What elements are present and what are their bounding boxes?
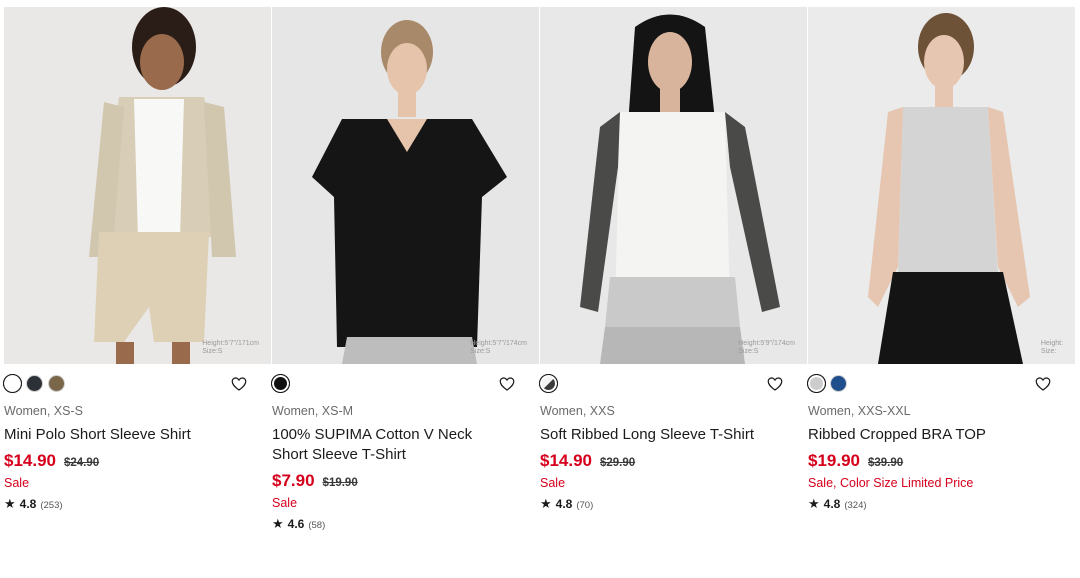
sale-price: $7.90: [272, 471, 315, 490]
product-name[interactable]: Ribbed Cropped BRA TOP: [808, 425, 1038, 445]
sale-price: $14.90: [540, 451, 592, 470]
star-icon: ★: [4, 496, 16, 511]
color-swatches: [3, 374, 65, 394]
product-image[interactable]: Height:5'7"/171cm Size:S: [4, 7, 271, 364]
sale-price: $14.90: [4, 451, 56, 470]
product-name[interactable]: Mini Polo Short Sleeve Shirt: [4, 425, 234, 445]
original-price: $29.90: [600, 457, 636, 469]
color-swatches: [539, 374, 558, 394]
price-row: $7.90 $19.90: [272, 471, 358, 491]
price-row: $19.90 $39.90: [808, 451, 903, 471]
heart-outline-icon[interactable]: [498, 375, 516, 393]
product-meta: Women, XXS-XXL: [808, 404, 911, 418]
product-image[interactable]: Height: Size:: [808, 7, 1075, 364]
product-grid: Height:5'7"/171cm Size:S Women, XS-S Min…: [0, 0, 1080, 578]
color-swatch-brown[interactable]: [48, 375, 65, 392]
review-count: (70): [576, 500, 594, 511]
color-swatches: [271, 374, 290, 394]
product-card[interactable]: Height:5'7"/171cm Size:S Women, XS-S Min…: [3, 0, 272, 578]
product-meta: Women, XS-M: [272, 404, 354, 418]
heart-outline-icon[interactable]: [766, 375, 784, 393]
sale-tag: Sale: [4, 476, 30, 490]
original-price: $19.90: [322, 477, 358, 489]
rating: ★ 4.8 (324): [808, 496, 867, 512]
heart-outline-icon[interactable]: [230, 375, 248, 393]
model-size-note: Height:5'7"/171cm Size:S: [202, 340, 259, 355]
product-name[interactable]: Soft Ribbed Long Sleeve T-Shirt: [540, 425, 770, 445]
color-swatch-black[interactable]: [271, 374, 290, 393]
sale-tag: Sale, Color Size Limited Price: [808, 476, 974, 490]
review-count: (58): [308, 520, 326, 531]
rating-score: 4.8: [19, 497, 37, 511]
original-price: $39.90: [868, 457, 904, 469]
product-card[interactable]: Height:5'7"/174cm Size:S Women, XS-M 100…: [271, 0, 540, 578]
color-swatch-dark-gray[interactable]: [539, 374, 558, 393]
rating-score: 4.6: [287, 517, 305, 531]
product-meta: Women, XXS: [540, 404, 615, 418]
color-swatch-navy[interactable]: [26, 375, 43, 392]
rating: ★ 4.6 (58): [272, 516, 325, 532]
model-size-note: Height:5'9"/174cm Size:S: [738, 340, 795, 355]
model-size-note: Height:5'7"/174cm Size:S: [470, 340, 527, 355]
rating-score: 4.8: [555, 497, 573, 511]
rating-score: 4.8: [823, 497, 841, 511]
product-card[interactable]: Height:5'9"/174cm Size:S Women, XXS Soft…: [539, 0, 808, 578]
heart-outline-icon[interactable]: [1034, 375, 1052, 393]
star-icon: ★: [808, 496, 820, 511]
product-image[interactable]: Height:5'7"/174cm Size:S: [272, 7, 539, 364]
product-meta: Women, XS-S: [4, 404, 83, 418]
sale-tag: Sale: [540, 476, 566, 490]
color-swatch-blue[interactable]: [830, 375, 847, 392]
product-card[interactable]: Height: Size: Women, XXS-XXL Ribbed Crop…: [807, 0, 1076, 578]
price-row: $14.90 $29.90: [540, 451, 635, 471]
rating: ★ 4.8 (70): [540, 496, 593, 512]
rating: ★ 4.8 (253): [4, 496, 63, 512]
color-swatches: [807, 374, 847, 394]
review-count: (324): [844, 500, 867, 511]
color-swatch-light-gray[interactable]: [807, 374, 826, 393]
original-price: $24.90: [64, 457, 100, 469]
sale-price: $19.90: [808, 451, 860, 470]
color-swatch-white[interactable]: [3, 374, 22, 393]
model-size-note: Height: Size:: [1040, 340, 1063, 355]
sale-tag: Sale: [272, 496, 298, 510]
price-row: $14.90 $24.90: [4, 451, 99, 471]
star-icon: ★: [272, 516, 284, 531]
star-icon: ★: [540, 496, 552, 511]
product-image[interactable]: Height:5'9"/174cm Size:S: [540, 7, 807, 364]
review-count: (253): [40, 500, 63, 511]
product-name[interactable]: 100% SUPIMA Cotton V Neck Short Sleeve T…: [272, 425, 502, 465]
